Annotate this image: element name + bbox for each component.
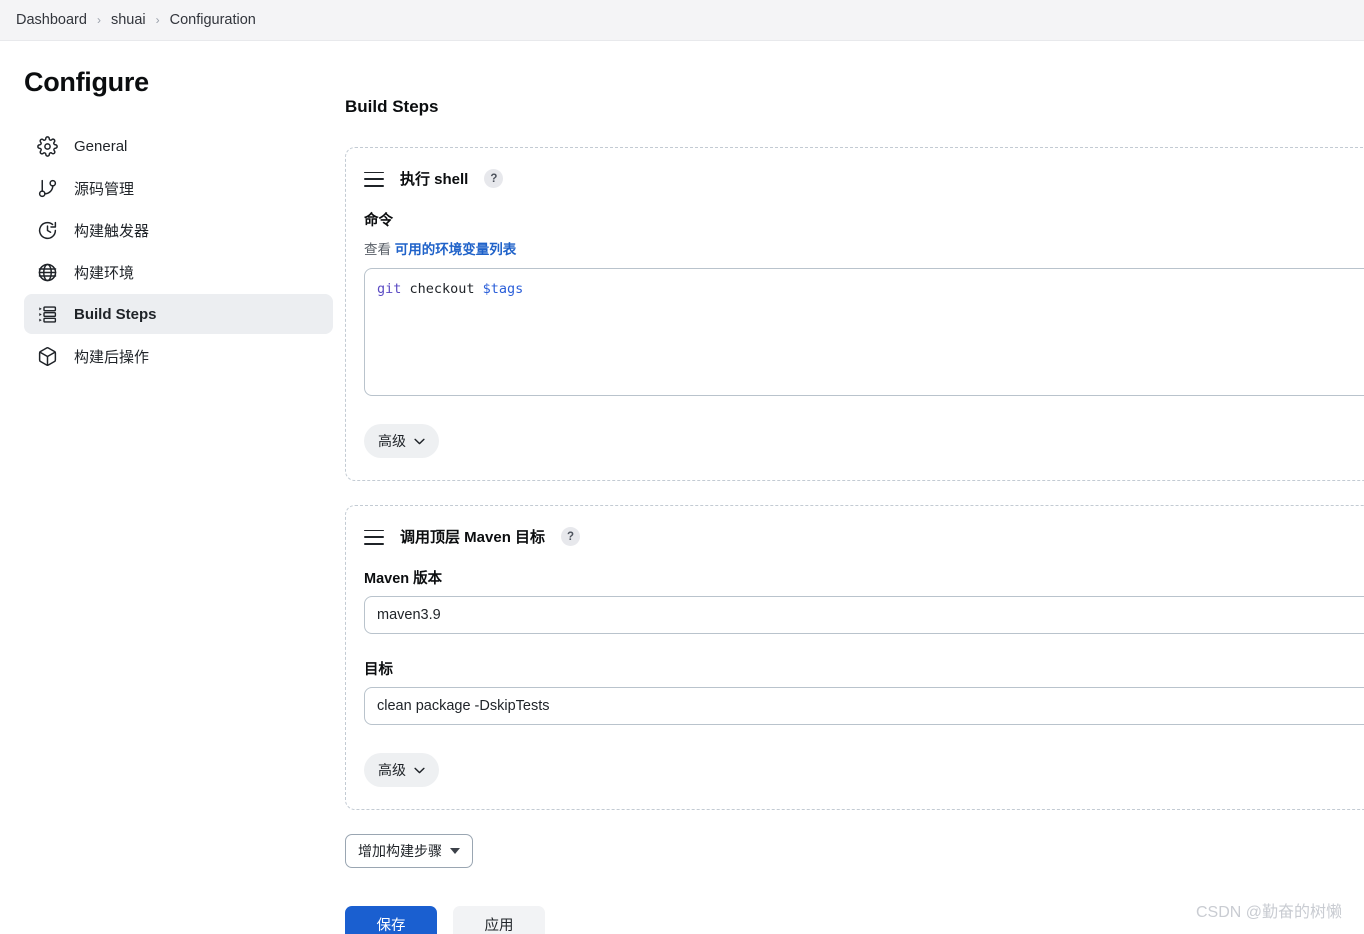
chevron-down-icon <box>414 767 425 773</box>
globe-icon <box>36 261 58 283</box>
advanced-button-label: 高级 <box>378 762 406 778</box>
advanced-button[interactable]: 高级 <box>364 424 439 458</box>
command-label: 命令 <box>364 213 393 229</box>
list-icon <box>36 303 58 325</box>
build-step-header: 调用顶层 Maven 目标 ? <box>364 526 1364 547</box>
maven-version-label: Maven 版本 <box>364 571 443 587</box>
advanced-row: 高级 <box>364 424 1364 458</box>
watermark: CSDN @勤奋的树懒 <box>1195 904 1342 921</box>
build-step-shell: 执行 shell ? 命令 查看 可用的环境变量列表 git checkout … <box>345 147 1364 481</box>
advanced-button-label: 高级 <box>378 433 406 449</box>
shell-command-textarea[interactable]: git checkout $tags <box>364 268 1364 396</box>
caret-down-icon <box>450 848 460 854</box>
sidebar-item-label: General <box>74 137 128 155</box>
goals-input[interactable]: clean package -DskipTests <box>364 687 1364 725</box>
sidebar-item-label: 构建环境 <box>74 264 135 282</box>
sidebar: Configure General 源码管理 构建触发器 构建环境 Build … <box>0 41 345 376</box>
clock-icon <box>36 219 58 241</box>
apply-button[interactable]: 应用 <box>453 906 545 934</box>
maven-version-field: Maven 版本 maven3.9 <box>364 567 1364 634</box>
sidebar-item-build-triggers[interactable]: 构建触发器 <box>24 210 333 250</box>
sidebar-item-post-build-actions[interactable]: 构建后操作 <box>24 336 333 376</box>
goals-label: 目标 <box>364 662 393 678</box>
add-build-step-button[interactable]: 增加构建步骤 <box>345 834 473 868</box>
add-build-step-label: 增加构建步骤 <box>358 843 442 859</box>
breadcrumb-separator: › <box>96 13 101 27</box>
section-title: Build Steps <box>345 97 439 116</box>
sidebar-item-general[interactable]: General <box>24 126 333 166</box>
build-step-maven: 调用顶层 Maven 目标 ? Maven 版本 maven3.9 目标 cle… <box>345 505 1364 810</box>
breadcrumb-separator: › <box>155 13 160 27</box>
build-step-header: 执行 shell ? <box>364 168 1364 189</box>
code-token-variable: $tags <box>482 281 524 297</box>
sidebar-nav: General 源码管理 构建触发器 构建环境 Build Steps 构建后操… <box>24 126 333 376</box>
breadcrumb-item-shuai[interactable]: shuai <box>103 8 154 32</box>
advanced-button[interactable]: 高级 <box>364 753 439 787</box>
save-button[interactable]: 保存 <box>345 906 437 934</box>
env-vars-link[interactable]: 可用的环境变量列表 <box>395 242 517 257</box>
advanced-row: 高级 <box>364 753 1364 787</box>
code-token-keyword: git <box>377 281 402 297</box>
gear-icon <box>36 135 58 157</box>
env-vars-hint: 查看 可用的环境变量列表 <box>364 238 1364 258</box>
env-vars-hint-prefix: 查看 <box>364 242 391 257</box>
help-icon[interactable]: ? <box>561 527 581 546</box>
drag-handle-icon[interactable] <box>364 529 384 545</box>
main-content: Build Steps 执行 shell ? 命令 查看 可用的环境变量列表 g… <box>345 41 1364 934</box>
drag-handle-icon[interactable] <box>364 171 384 187</box>
sidebar-item-source-code-management[interactable]: 源码管理 <box>24 168 333 208</box>
git-branch-icon <box>36 177 58 199</box>
sidebar-item-label: 源码管理 <box>74 180 135 198</box>
package-icon <box>36 345 58 367</box>
sidebar-item-build-steps[interactable]: Build Steps <box>24 294 333 334</box>
breadcrumb: Dashboard › shuai › Configuration <box>0 0 1364 41</box>
build-step-title: 执行 shell <box>400 171 469 188</box>
sidebar-item-label: 构建触发器 <box>74 222 150 240</box>
maven-version-select[interactable]: maven3.9 <box>364 596 1364 634</box>
sidebar-item-label: 构建后操作 <box>74 348 150 366</box>
page-body: Configure General 源码管理 构建触发器 构建环境 Build … <box>0 41 1364 934</box>
code-token-text: checkout <box>401 281 483 297</box>
sidebar-item-label: Build Steps <box>74 305 157 323</box>
chevron-down-icon <box>414 438 425 444</box>
maven-goals-field: 目标 clean package -DskipTests <box>364 658 1364 725</box>
breadcrumb-item-configuration[interactable]: Configuration <box>162 8 264 32</box>
help-icon[interactable]: ? <box>484 169 504 188</box>
page-title: Configure <box>24 67 149 97</box>
breadcrumb-item-dashboard[interactable]: Dashboard <box>8 8 95 32</box>
build-step-title: 调用顶层 Maven 目标 <box>400 529 546 546</box>
sidebar-item-build-environment[interactable]: 构建环境 <box>24 252 333 292</box>
